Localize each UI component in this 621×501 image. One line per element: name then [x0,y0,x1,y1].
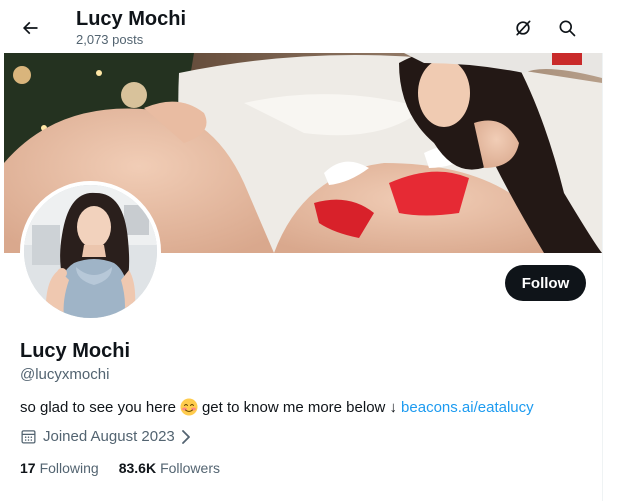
page-title: Lucy Mochi [76,8,187,30]
bio-link[interactable]: beacons.ai/eatalucy [401,399,534,416]
following-count: 17 [20,460,36,476]
grok-button[interactable] [505,10,541,46]
post-count: 2,073 posts [76,32,144,47]
profile-header: Lucy Mochi 2,073 posts [0,0,603,53]
avatar-image [24,185,157,318]
following-label: Following [39,460,99,476]
following-link[interactable]: 17 Following [20,460,99,476]
joined-date[interactable]: Joined August 2023 [20,428,192,445]
joined-label: Joined August 2023 [43,428,175,445]
bio: so glad to see you here get to know me m… [20,398,534,416]
search-button[interactable] [549,10,585,46]
follow-stats: 17 Following 83.6K Followers [20,460,220,476]
avatar[interactable] [20,181,161,322]
smiling-face-icon [180,398,198,416]
search-icon [559,20,576,37]
grok-icon [516,20,531,36]
back-button[interactable] [12,10,48,46]
calendar-icon [21,430,36,444]
handle: @lucyxmochi [20,366,110,383]
header-title-block: Lucy Mochi 2,073 posts [76,7,186,48]
follow-button[interactable]: Follow [505,265,586,301]
arrow-left-icon [22,21,38,35]
followers-label: Followers [160,460,220,476]
followers-count: 83.6K [118,460,157,476]
bio-text: so glad to see you here [20,398,176,416]
followers-link[interactable]: 83.6K Followers [119,460,220,476]
display-name: Lucy Mochi [20,340,131,362]
chevron-right-icon [181,429,190,444]
profile-column: Lucy Mochi 2,073 posts Follow Lucy Mochi… [0,0,603,501]
bio-text-2: get to know me more below ↓ [201,398,398,416]
